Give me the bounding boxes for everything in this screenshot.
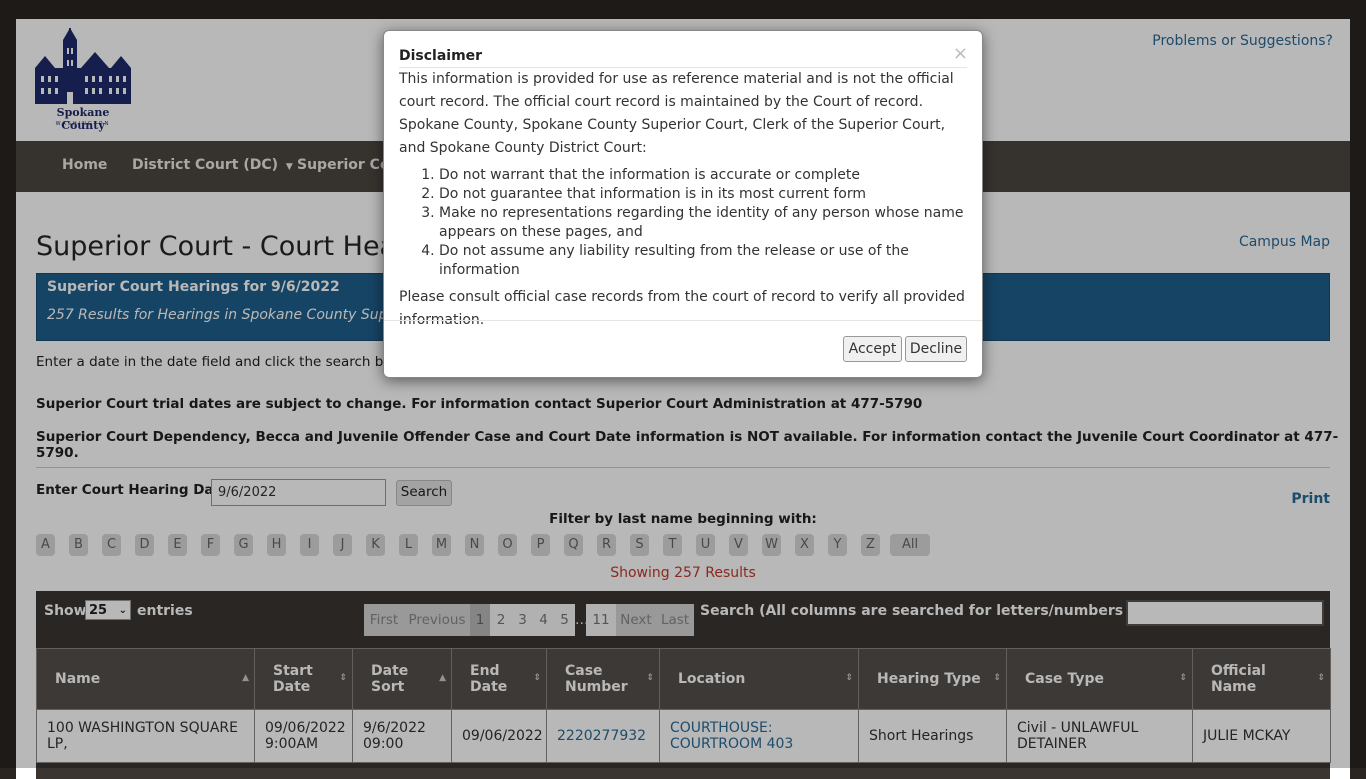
disclaimer-item: Do not assume any liability resulting fr… bbox=[439, 242, 969, 280]
disclaimer-item: Do not warrant that the information is a… bbox=[439, 166, 969, 185]
close-icon[interactable]: × bbox=[953, 45, 968, 63]
disclaimer-modal: Disclaimer × This information is provide… bbox=[383, 30, 983, 378]
modal-footer-divider bbox=[384, 320, 982, 321]
disclaimer-list: Do not warrant that the information is a… bbox=[399, 166, 969, 280]
disclaimer-footer: Please consult official case records fro… bbox=[399, 289, 965, 328]
decline-button[interactable]: Decline bbox=[905, 336, 967, 362]
modal-title: Disclaimer bbox=[399, 48, 483, 64]
modal-body: This information is provided for use as … bbox=[399, 68, 969, 332]
disclaimer-item: Make no representations regarding the id… bbox=[439, 204, 969, 242]
disclaimer-item: Do not guarantee that information is in … bbox=[439, 185, 969, 204]
accept-button[interactable]: Accept bbox=[843, 336, 902, 362]
disclaimer-intro: This information is provided for use as … bbox=[399, 71, 954, 156]
